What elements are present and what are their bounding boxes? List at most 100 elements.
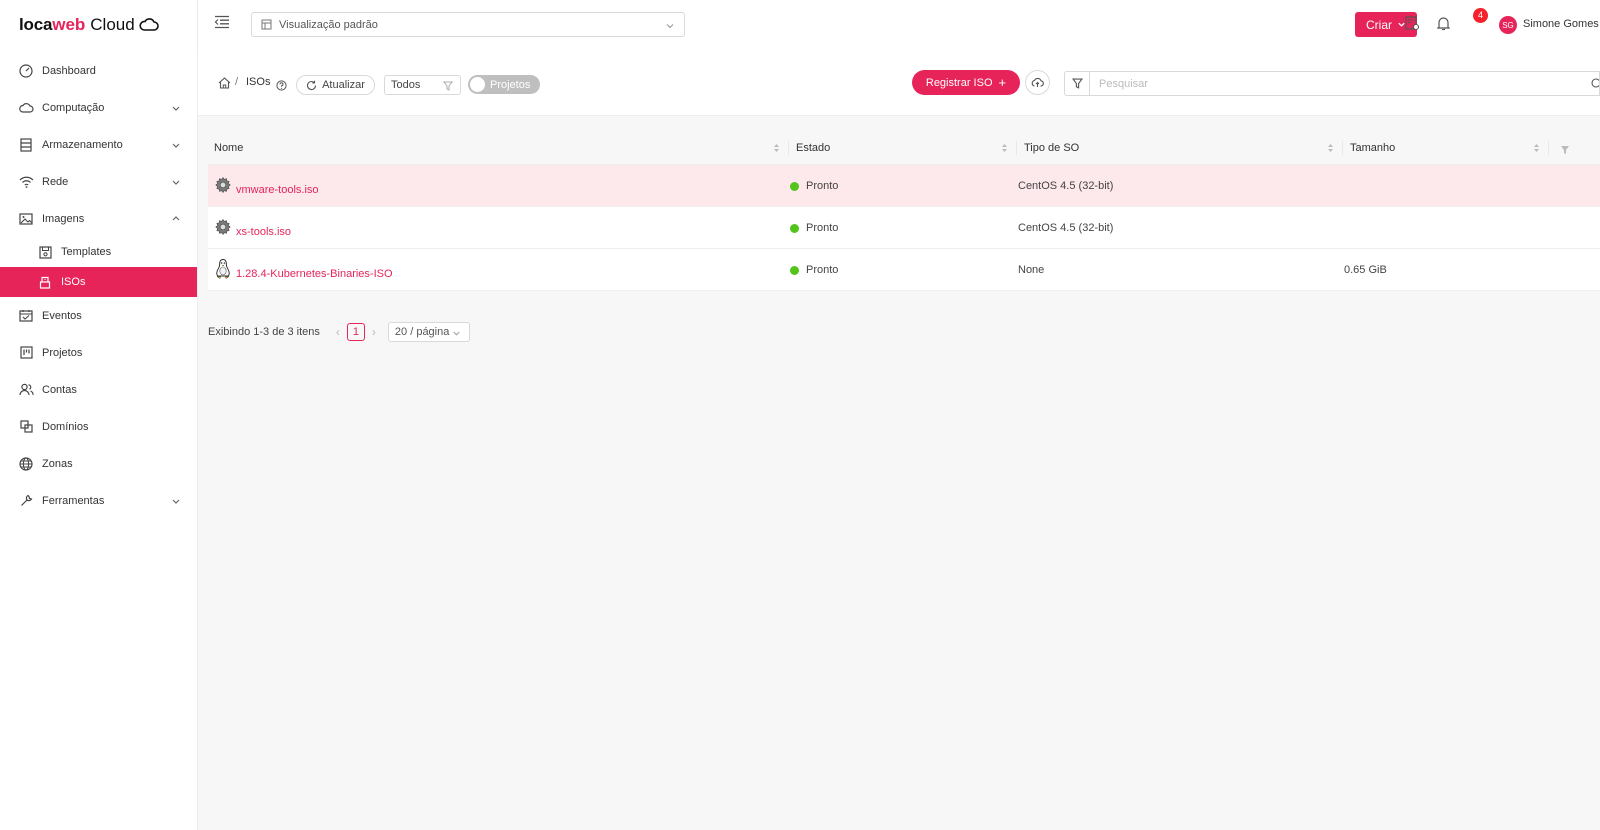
filter-select[interactable]: Todos	[384, 75, 461, 95]
top-header: Visualização padrão Criar 4 SG Simone Go…	[198, 0, 1600, 49]
bell-icon[interactable]	[1436, 16, 1451, 34]
linux-icon	[214, 258, 232, 283]
column-filter-icon[interactable]	[1560, 143, 1570, 158]
sort-icon	[774, 144, 779, 152]
sidebar-item-label: Imagens	[42, 212, 85, 225]
page-size-select[interactable]: 20 / página	[387, 322, 470, 342]
sidebar-item-isos[interactable]: ISOs	[0, 267, 197, 297]
iso-table: Nome Estado Tipo de SO Tamanho vmware-to…	[208, 131, 1600, 291]
chevron-down-icon	[666, 24, 674, 29]
status-text: Pronto	[806, 222, 839, 234]
project-settings-icon[interactable]	[1405, 16, 1420, 34]
table-row[interactable]: 1.28.4-Kubernetes-Binaries-ISO Pronto No…	[208, 249, 1600, 291]
register-iso-label: Registrar ISO	[925, 76, 993, 89]
sidebar-item-dominios[interactable]: Domínios	[0, 408, 197, 445]
column-header-label: Tipo de SO	[1024, 142, 1080, 154]
sidebar: loca web Cloud Dashboard Computação Armaze…	[0, 0, 198, 830]
menu-fold-icon[interactable]	[214, 15, 230, 32]
column-header-label: Nome	[214, 142, 244, 154]
schedule-icon	[18, 308, 34, 324]
cloud-upload-icon	[1031, 77, 1044, 87]
iso-name-link[interactable]: 1.28.4-Kubernetes-Binaries-ISO	[236, 268, 393, 280]
logo[interactable]: loca web Cloud	[0, 0, 197, 50]
iso-name-link[interactable]: vmware-tools.iso	[236, 184, 319, 196]
logo-text-cloud: Cloud	[90, 15, 135, 34]
search-filter-button[interactable]	[1064, 71, 1089, 96]
sort-icon	[1328, 144, 1333, 152]
home-icon[interactable]	[218, 77, 231, 92]
upload-iso-button[interactable]	[1025, 70, 1050, 95]
column-divider	[1016, 141, 1017, 155]
projects-toggle[interactable]: Projetos	[468, 75, 540, 94]
table-cell-os: CentOS 4.5 (32-bit)	[1018, 180, 1114, 192]
sidebar-item-label: Contas	[42, 383, 77, 396]
reload-icon	[307, 80, 317, 90]
sidebar-item-rede[interactable]: Rede	[0, 163, 197, 200]
search-input[interactable]	[1089, 71, 1589, 96]
column-header-tipo-so[interactable]: Tipo de SO	[1018, 131, 1342, 165]
sidebar-item-contas[interactable]: Contas	[0, 371, 197, 408]
sidebar-item-eventos[interactable]: Eventos	[0, 297, 197, 334]
register-iso-button[interactable]: Registrar ISO +	[912, 70, 1020, 95]
column-divider	[788, 141, 789, 155]
page-number-button[interactable]: 1	[346, 323, 365, 341]
refresh-button[interactable]: Atualizar	[296, 75, 375, 95]
gear-icon	[214, 218, 232, 239]
chevron-down-icon	[172, 180, 180, 185]
tool-icon	[18, 493, 34, 509]
view-select-value: Visualização padrão	[279, 18, 378, 31]
avatar[interactable]: SG	[1499, 16, 1517, 34]
status-dot	[790, 223, 799, 233]
search-button[interactable]	[1588, 71, 1600, 96]
column-divider	[1548, 141, 1549, 155]
table-cell-name: xs-tools.iso	[214, 207, 291, 249]
chevron-right-icon[interactable]: ›	[372, 325, 376, 339]
sidebar-item-label: Rede	[42, 175, 69, 188]
breadcrumb-separator: /	[235, 76, 239, 88]
sidebar-item-computacao[interactable]: Computação	[0, 89, 197, 126]
sidebar-item-label: Zonas	[42, 457, 73, 470]
table-cell-name: vmware-tools.iso	[214, 165, 319, 207]
chevron-down-icon	[172, 143, 180, 148]
search-icon	[1591, 78, 1599, 88]
layout-icon	[261, 19, 272, 30]
status-text: Pronto	[806, 180, 839, 192]
table-cell-os: None	[1018, 264, 1045, 276]
sidebar-item-zonas[interactable]: Zonas	[0, 445, 197, 482]
sidebar-item-label: Dashboard	[42, 64, 96, 77]
column-header-tamanho[interactable]: Tamanho	[1344, 131, 1548, 165]
sidebar-item-templates[interactable]: Templates	[0, 237, 197, 267]
save-icon	[37, 244, 53, 260]
global-icon	[18, 456, 34, 472]
sidebar-item-armazenamento[interactable]: Armazenamento	[0, 126, 197, 163]
iso-name-link[interactable]: xs-tools.iso	[236, 226, 291, 238]
column-divider	[1342, 141, 1343, 155]
sidebar-item-label: Ferramentas	[42, 494, 105, 507]
column-header-nome[interactable]: Nome	[208, 131, 788, 165]
image-icon	[18, 211, 34, 227]
question-circle-icon[interactable]	[276, 79, 287, 94]
sidebar-item-label: Domínios	[42, 420, 89, 433]
view-select[interactable]: Visualização padrão	[251, 12, 685, 37]
toggle-knob	[470, 77, 485, 92]
chevron-left-icon[interactable]: ‹	[336, 325, 340, 339]
table-cell-state: Pronto	[790, 165, 838, 207]
sidebar-item-imagens[interactable]: Imagens	[0, 200, 197, 237]
status-dot	[790, 181, 799, 191]
table-cell-size: 0.65 GiB	[1344, 264, 1387, 276]
table-row[interactable]: xs-tools.iso Pronto CentOS 4.5 (32-bit)	[208, 207, 1600, 249]
sidebar-item-ferramentas[interactable]: Ferramentas	[0, 482, 197, 519]
plus-icon: +	[998, 75, 1007, 90]
column-header-estado[interactable]: Estado	[790, 131, 1016, 165]
table-row[interactable]: vmware-tools.iso Pronto CentOS 4.5 (32-b…	[208, 165, 1600, 207]
status-text: Pronto	[806, 264, 839, 276]
page-size-value: 20 / página	[394, 326, 450, 338]
project-icon	[18, 345, 34, 361]
table-cell-state: Pronto	[790, 249, 838, 291]
sidebar-item-projetos[interactable]: Projetos	[0, 334, 197, 371]
sort-icon	[1534, 144, 1539, 152]
sidebar-item-dashboard[interactable]: Dashboard	[0, 52, 197, 89]
gear-icon	[214, 176, 232, 197]
logo-text-loca: loca	[19, 15, 53, 34]
user-name[interactable]: Simone Gomes	[1523, 18, 1599, 30]
